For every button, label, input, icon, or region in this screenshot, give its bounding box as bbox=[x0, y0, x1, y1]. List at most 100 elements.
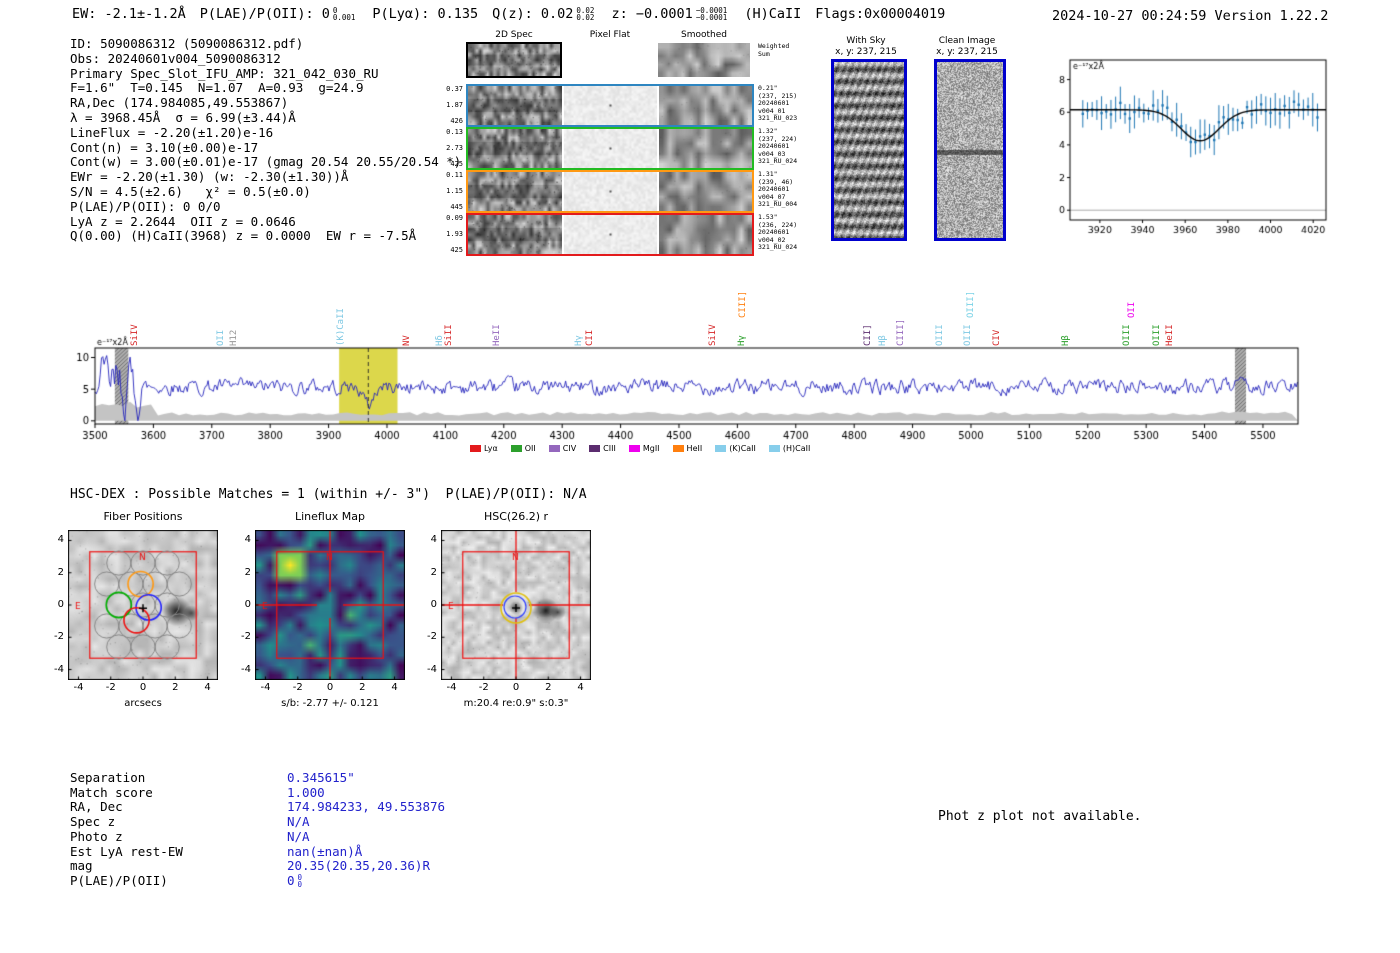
match-row-value: N/A bbox=[287, 828, 310, 844]
spec2d-row: 0.09 1.93 425 1.53" (236, 224) 20240601 v00… bbox=[440, 213, 806, 256]
spec2d-spec2d-strip bbox=[468, 172, 562, 211]
legend-swatch bbox=[715, 445, 727, 452]
spec2d-row-label: Weighted Sum bbox=[758, 42, 790, 58]
clean-image-title: Clean Image bbox=[938, 36, 996, 46]
spec2d-row-strips bbox=[466, 84, 754, 127]
panel-ytick-label: 2 bbox=[430, 566, 437, 578]
spec2d-value: 1.87 bbox=[446, 100, 463, 109]
legend-item: Lyα bbox=[470, 444, 498, 453]
spec2d-value: 0.09 bbox=[446, 214, 463, 222]
lineflux-map-caption: s/b: -2.77 +/- 0.121 bbox=[281, 698, 379, 709]
info-line: Cont(w) = 3.00(±0.01)e-17 (gmag 20.54 20… bbox=[70, 154, 462, 170]
panel-xtick-label: 4 bbox=[204, 682, 211, 693]
lineflux-map-panel: Lineflux Map s/b: -2.77 +/- 0.121 -4 -4 -2… bbox=[227, 510, 427, 720]
panel-xtick-label: -4 bbox=[260, 682, 271, 693]
header-segment: z: −0.0001 −0.0001 −0.0001 bbox=[611, 5, 728, 22]
match-row-label: mag bbox=[70, 858, 93, 874]
spec2d-value: 426 bbox=[450, 116, 463, 125]
legend-item: MgII bbox=[628, 444, 660, 453]
legend-swatch bbox=[548, 445, 560, 452]
lineflux-map-title: Lineflux Map bbox=[294, 510, 366, 523]
spec2d-row-values: 0.13 2.73 425 bbox=[440, 128, 463, 168]
panel-ytick-label: 4 bbox=[430, 534, 437, 546]
panel-xtick-label: -4 bbox=[73, 682, 84, 693]
photz-note: Phot z plot not available. bbox=[938, 809, 1142, 824]
match-row-label: P(LAE)/P(OII) bbox=[70, 872, 168, 888]
match-table-row: Match score 1.000 bbox=[70, 785, 445, 801]
spec2d-row-strips bbox=[466, 127, 754, 170]
legend-label: CIV bbox=[562, 444, 577, 453]
legend-swatch bbox=[470, 445, 481, 452]
spec2d-spec2d-strip bbox=[468, 215, 562, 254]
panel-ytick-label: -4 bbox=[54, 663, 64, 675]
legend-swatch bbox=[589, 445, 601, 452]
info-line: S/N = 4.5(±2.6) χ² = 0.5(±0.0) bbox=[70, 183, 311, 199]
info-line: Q(0.00) (H)CaII(3968) z = 0.0000 EW r = … bbox=[70, 228, 417, 244]
spec2d-value: 2.73 bbox=[446, 143, 463, 152]
spec2d-header-2dspec: 2D Spec bbox=[495, 30, 533, 40]
info-line: LineFlux = -2.20(±1.20)e-16 bbox=[70, 124, 274, 140]
spec2d-value: 445 bbox=[450, 202, 463, 211]
elixer-report-page: { "header": { "segments": [ {"t":"EW: -2… bbox=[0, 0, 1400, 953]
spec2d-spec2d-strip bbox=[468, 86, 562, 125]
spec2d-row-values: 0.11 1.15 445 bbox=[440, 171, 463, 211]
header-segment: EW: -2.1±-1.2Å bbox=[72, 6, 186, 22]
info-line: EWr = -2.20(±1.30) (w: -2.30(±1.30))Å bbox=[70, 169, 349, 185]
panel-xtick-label: -4 bbox=[446, 682, 457, 693]
spec2d-row-strips bbox=[466, 170, 754, 213]
spec2d-header-pixelflat: Pixel Flat bbox=[589, 30, 631, 40]
panel-xtick-label: 0 bbox=[139, 682, 147, 693]
spec2d-row: 0.13 2.73 425 1.32" (237, 224) 20240601 v00… bbox=[440, 127, 806, 170]
panel-xtick-label: 4 bbox=[391, 682, 398, 693]
panel-ytick-label: -4 bbox=[241, 663, 251, 675]
header-segment: P(Lyα): 0.135 bbox=[372, 6, 479, 22]
stacked-sub: −0.0001 bbox=[695, 13, 728, 22]
panel-ytick-label: 0 bbox=[244, 599, 251, 610]
legend-swatch bbox=[628, 445, 640, 452]
spec2d-row-values bbox=[440, 43, 463, 76]
stacked-sub: 0.001 bbox=[332, 13, 356, 22]
stacked-value: −0.0001 −0.0001 bbox=[695, 6, 728, 22]
spec2d-value: 1.15 bbox=[446, 186, 463, 195]
match-row-value: 0 bbox=[287, 872, 295, 888]
spec2d-value: 0.13 bbox=[446, 128, 463, 136]
spec2d-row-label: 1.31" (239, 46) 20240601 v004_07 321_RU_… bbox=[758, 170, 798, 208]
panel-xtick-label: 2 bbox=[172, 682, 179, 693]
info-line: Cont(n) = 3.10(±0.00)e-17 bbox=[70, 139, 259, 155]
clean-image bbox=[934, 59, 1006, 241]
lineflux-map-canvas bbox=[255, 530, 405, 680]
spec2d-row: Weighted Sum bbox=[440, 42, 806, 78]
match-row-value: 0.345615" bbox=[287, 770, 355, 785]
stacked-value: 00 bbox=[298, 874, 303, 889]
match-table-row: P(LAE)/P(OII) 0 0 0 bbox=[70, 872, 445, 889]
spec2d-value: 0.11 bbox=[446, 171, 463, 179]
legend-item: (K)CaII bbox=[715, 444, 756, 453]
match-row-value: N/A bbox=[287, 814, 310, 830]
hsc-r-caption: m:20.4 re:0.9" s:0.3" bbox=[463, 698, 569, 709]
spec2d-row-label: 0.21" (237, 215) 20240601 v004_01 321_RU… bbox=[758, 84, 798, 122]
match-row-label: Separation bbox=[70, 770, 146, 785]
clean-image-coords: x, y: 237, 215 bbox=[936, 47, 998, 57]
spec2d-row-label: 1.53" (236, 224) 20240601 v004_02 321_RU… bbox=[758, 213, 798, 251]
report-datetime: 2024-10-27 00:24:59 Version 1.22.2 bbox=[1052, 8, 1329, 24]
panel-ytick-label: 4 bbox=[57, 534, 64, 546]
legend-label: Lyα bbox=[484, 444, 498, 453]
panel-xtick-label: 0 bbox=[512, 682, 520, 693]
match-table-row: mag 20.35(20.35,20.36)R bbox=[70, 859, 445, 874]
spec2d-smooth-strip bbox=[659, 86, 752, 125]
spec2d-value: 425 bbox=[450, 245, 463, 254]
panel-ytick-label: -4 bbox=[427, 663, 437, 675]
panel-xtick-label: 4 bbox=[577, 682, 584, 693]
panel-ytick-label: 0 bbox=[430, 599, 437, 610]
fiber-positions-xlabel: arcsecs bbox=[124, 698, 162, 709]
stacked-value: 0 0.001 bbox=[332, 6, 356, 22]
spec2d-header-smoothed: Smoothed bbox=[681, 30, 727, 40]
fiber-positions-title: Fiber Positions bbox=[103, 510, 183, 523]
spec2d-row: 0.37 1.87 426 0.21" (237, 215) 20240601 v00… bbox=[440, 84, 806, 127]
match-row-label: RA, Dec bbox=[70, 799, 123, 815]
legend-swatch bbox=[510, 445, 522, 452]
legend-item: OII bbox=[510, 444, 536, 453]
spec2d-row-label: 1.32" (237, 224) 20240601 v004_03 321_RU… bbox=[758, 127, 798, 165]
hsc-r-title: HSC(26.2) r bbox=[483, 510, 549, 523]
header-segment: Flags:0x00004019 bbox=[815, 6, 946, 22]
